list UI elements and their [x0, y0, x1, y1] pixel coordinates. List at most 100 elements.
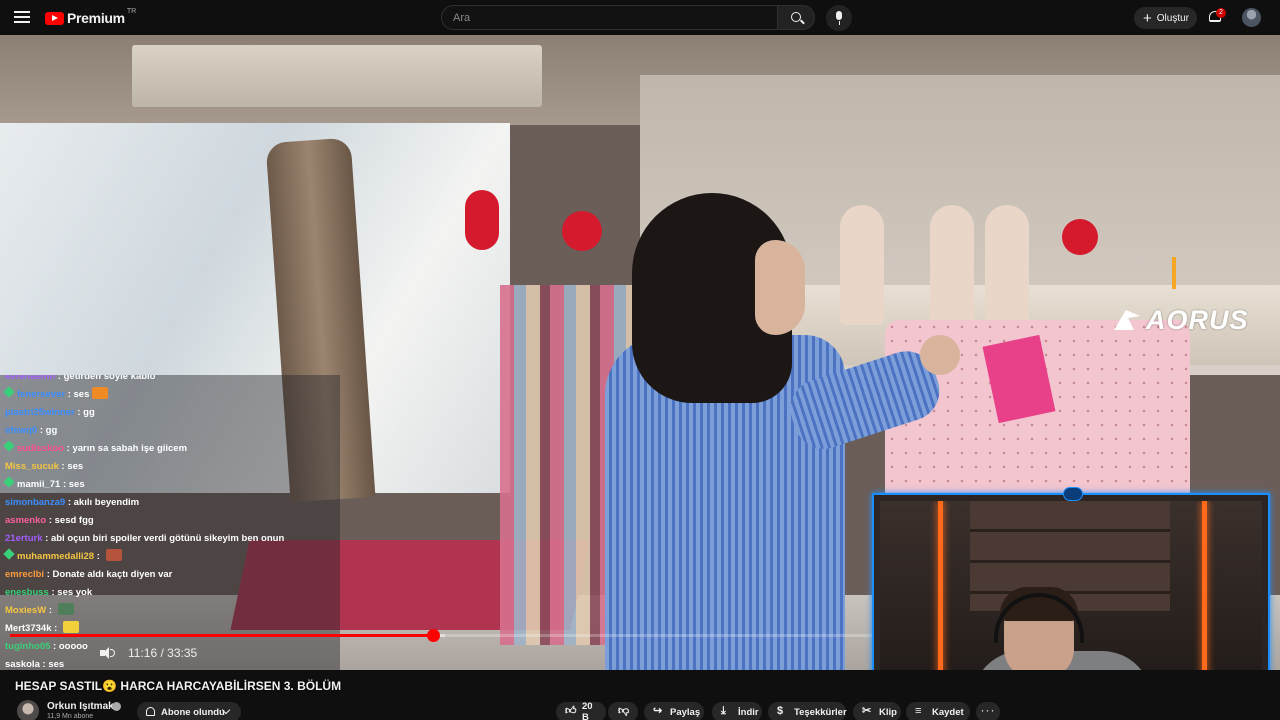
subscriber-badge-icon — [3, 476, 15, 488]
chat-separator: : — [60, 479, 69, 490]
more-actions-button[interactable]: ··· — [976, 702, 1000, 720]
chat-message: fenersever : ses — [3, 386, 109, 403]
chat-message: simonbanza9 : akılı beyendim — [5, 494, 139, 511]
youtube-premium-logo[interactable]: Premium TR — [45, 7, 137, 28]
top-bar: Premium TR + Oluştur 2 — [0, 0, 1280, 35]
share-button[interactable]: ↪ Paylaş — [644, 702, 704, 720]
chat-username[interactable]: sudisskoo — [17, 443, 64, 454]
search-input[interactable] — [442, 6, 777, 29]
thanks-button[interactable]: $ Teşekkürler — [768, 702, 847, 720]
dislike-button[interactable]: 👎︎ — [608, 702, 638, 720]
thumbs-down-icon: 👎︎ — [618, 705, 630, 717]
streamer-webcam — [872, 487, 1270, 670]
chat-separator: : — [55, 375, 64, 382]
chat-separator: : — [65, 497, 74, 508]
aorus-eagle-icon — [1114, 310, 1140, 330]
chat-message: MoxiesW : — [5, 602, 74, 619]
save-label: Kaydet — [932, 706, 964, 718]
chat-separator: : — [46, 515, 55, 526]
search-button[interactable] — [777, 5, 815, 30]
chat-separator: : — [46, 605, 55, 616]
logo-text: Premium — [67, 10, 125, 26]
chat-separator: : — [65, 389, 74, 400]
notification-count-badge: 2 — [1216, 8, 1226, 18]
chat-message: enesbuss : ses yok — [5, 584, 92, 601]
chat-text: ses — [67, 461, 84, 472]
chat-message: mamii_71 : ses — [3, 476, 85, 493]
download-icon: ⤓ — [721, 705, 726, 717]
video-player[interactable]: AORUS kerenaemn : getirden söyle kablo fe… — [0, 35, 1280, 670]
chat-text: ses — [48, 659, 65, 670]
face-emote-icon — [105, 549, 122, 561]
download-button[interactable]: ⤓ İndir — [712, 702, 762, 720]
account-avatar[interactable] — [1242, 8, 1261, 27]
webcam-logo-badge — [1063, 487, 1083, 501]
channel-name[interactable]: Orkun Işıtmak — [47, 701, 114, 712]
duck-emote-icon — [62, 621, 79, 633]
chat-text: yarın sa sabah işe giicem — [72, 443, 188, 454]
chat-separator: : — [37, 425, 46, 436]
current-time: 11:16 — [128, 646, 158, 660]
chat-message: emreclbi : Donate aldı kaçtı diyen var — [5, 566, 172, 583]
chat-username[interactable]: 21erturk — [5, 533, 43, 544]
subscribe-label: Abone olundu — [161, 706, 225, 718]
chat-message: 21erturk : abi oçun biri spoiler verdi g… — [5, 530, 284, 547]
chat-username[interactable]: MoxiesW — [5, 605, 46, 616]
chat-username[interactable]: asmenko — [5, 515, 46, 526]
chat-username[interactable]: saskola — [5, 659, 40, 670]
chat-username[interactable]: efewq0 — [5, 425, 37, 436]
gg-emote-icon — [92, 387, 109, 399]
chat-username[interactable]: emreclbi — [5, 569, 44, 580]
save-icon: ≡ — [915, 705, 922, 717]
chat-text: abi oçun biri spoiler verdi götünü sikey… — [50, 533, 285, 544]
chat-username[interactable]: enesbuss — [5, 587, 49, 598]
chat-username[interactable]: tuginho05 — [5, 641, 50, 652]
chat-message: saskola : ses — [5, 656, 64, 670]
chat-username[interactable]: Miss_sucuk — [5, 461, 59, 472]
chat-text: Donate aldı kaçtı diyen var — [52, 569, 173, 580]
channel-avatar[interactable] — [17, 700, 39, 720]
chat-text: gg — [45, 425, 58, 436]
chat-message: muhammedalli28 : — [3, 548, 122, 565]
chat-username[interactable]: Mert3734k — [5, 623, 51, 634]
thumbs-up-icon: 👍︎ — [565, 705, 577, 717]
verified-icon — [112, 702, 121, 711]
subscriber-badge-icon — [3, 548, 15, 560]
clip-label: Klip — [879, 706, 897, 718]
brand-watermark: AORUS — [1146, 305, 1249, 335]
chat-text: akılı beyendim — [73, 497, 140, 508]
chat-separator: : — [44, 569, 53, 580]
create-button[interactable]: + Oluştur — [1134, 7, 1197, 29]
bell-icon — [146, 707, 155, 716]
logo-region: TR — [126, 7, 137, 15]
chat-text: ses — [73, 389, 90, 400]
chat-username[interactable]: fenersever — [17, 389, 65, 400]
like-button[interactable]: 👍︎ 20 B — [556, 701, 606, 720]
chat-text: ooooo — [58, 641, 88, 652]
create-label: Oluştur — [1156, 12, 1189, 24]
chat-text: gg — [83, 407, 95, 418]
menu-icon[interactable] — [14, 10, 30, 24]
chat-username[interactable]: mamii_71 — [17, 479, 60, 490]
voice-search-button[interactable] — [826, 5, 852, 31]
chat-message: asmenko : sesd fgg — [5, 512, 94, 529]
share-label: Paylaş — [670, 706, 701, 718]
volume-icon[interactable] — [100, 646, 116, 660]
chat-text: getirden söyle kablo — [63, 375, 156, 382]
chat-username[interactable]: muhammedalli28 — [17, 551, 94, 562]
chat-username[interactable]: kerenaemn — [5, 375, 55, 382]
chat-separator: : — [48, 587, 58, 598]
subscriber-badge-icon — [3, 386, 15, 398]
clip-button[interactable]: ✂ Klip — [853, 702, 901, 720]
chat-separator: : — [51, 623, 60, 634]
save-button[interactable]: ≡ Kaydet — [906, 702, 970, 720]
subscribed-button[interactable]: Abone olundu — [137, 702, 241, 720]
chat-username[interactable]: simonbanza9 — [5, 497, 65, 508]
chat-separator: : — [50, 641, 59, 652]
chat-overlay: kerenaemn : getirden söyle kablo fenersev… — [0, 375, 340, 670]
chat-separator: : — [74, 407, 84, 418]
video-title: HESAP SASTIL😮 HARCA HARCAYABİLİRSEN 3. B… — [15, 679, 342, 693]
plus-icon: + — [1143, 9, 1152, 27]
chat-username[interactable]: piastri25winner — [5, 407, 75, 418]
chat-message: kerenaemn : getirden söyle kablo — [5, 375, 156, 385]
